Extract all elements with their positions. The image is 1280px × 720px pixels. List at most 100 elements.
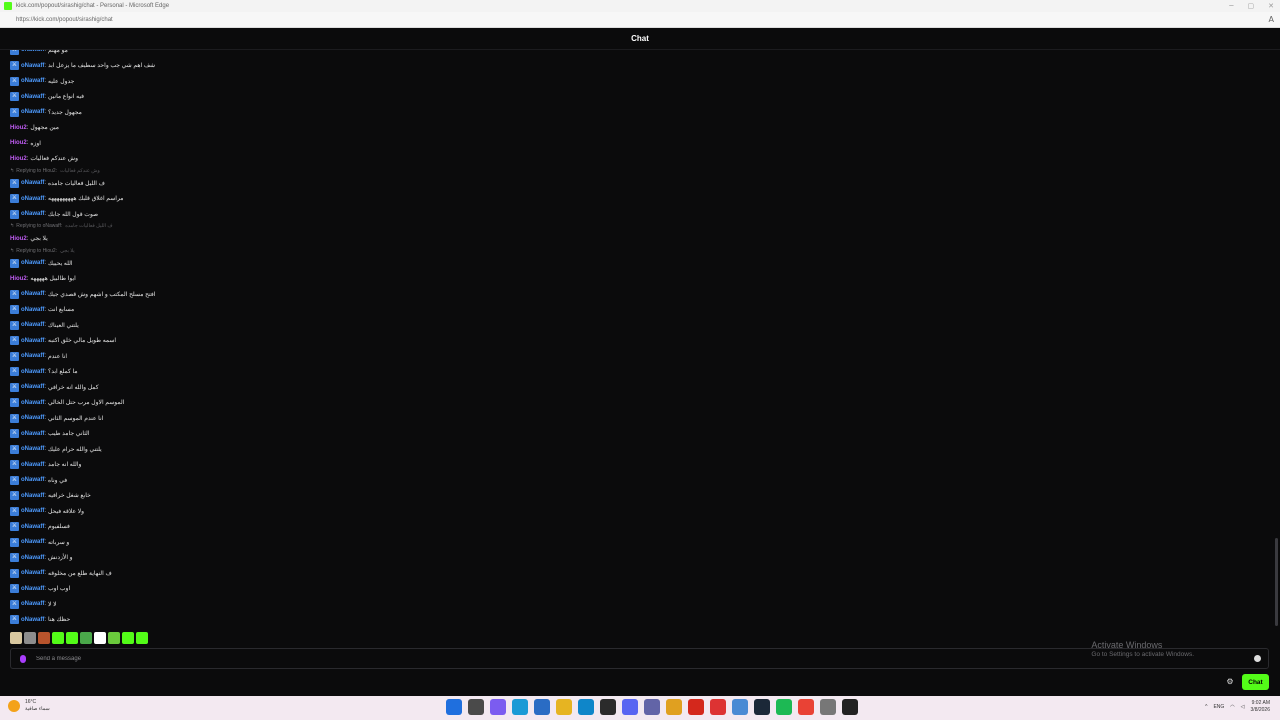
chat-message[interactable]: ⚔ oNawaff: ف النهاية طلع من مخلوقه <box>10 568 112 578</box>
chat-message[interactable]: ⚔ oNawaff: اسمه طويل مالي خلق اكتبه <box>10 336 116 346</box>
chat-username[interactable]: oNawaff <box>21 338 44 344</box>
chevron-up-icon[interactable]: ^ <box>1205 704 1207 710</box>
snip-icon[interactable] <box>732 699 748 715</box>
chat-message-list[interactable]: ⚔oNawaff:مو مهتم ⚔oNawaff:شف اهم شي جب وا… <box>0 50 1272 628</box>
url-text[interactable]: https://kick.com/popout/sirashig/chat <box>16 17 113 23</box>
wifi-icon[interactable]: ◠ <box>1230 704 1234 710</box>
chat-message[interactable]: ⚔ oNawaff: انا عندم الموسم الثاني <box>10 413 103 423</box>
chat-username[interactable]: oNawaff <box>21 180 44 186</box>
reply-context[interactable]: ↰ Replying to Hiou2: وش عندكم فعاليات <box>10 167 100 174</box>
close-icon[interactable]: ✕ <box>1268 0 1274 12</box>
search-icon[interactable] <box>468 699 484 715</box>
reader-mode-icon[interactable]: A <box>1269 15 1274 24</box>
anki-icon[interactable] <box>710 699 726 715</box>
chat-username[interactable]: oNawaff <box>21 94 44 100</box>
chat-username[interactable]: oNawaff <box>21 260 44 266</box>
chrome-icon[interactable] <box>798 699 814 715</box>
emote-icon[interactable] <box>38 632 50 644</box>
chat-username[interactable]: oNawaff <box>21 555 44 561</box>
chat-message[interactable]: ⚔ oNawaff: يلتني والله حرام عليك <box>10 444 102 454</box>
teams-icon[interactable] <box>644 699 660 715</box>
chat-message[interactable]: ⚔ oNawaff: لا لا <box>10 599 57 609</box>
explorer-icon[interactable] <box>556 699 572 715</box>
weather-widget[interactable]: 16°C سماء صافية <box>8 699 50 713</box>
chat-username[interactable]: oNawaff <box>21 477 44 483</box>
chat-message[interactable]: ⚔ oNawaff: جدول عليه <box>10 76 74 86</box>
chat-username[interactable]: oNawaff <box>21 211 44 217</box>
emoji-icon[interactable] <box>1254 655 1261 662</box>
reply-context[interactable]: ↰ Replying to oNawaff: ف الليل فعاليات جام… <box>10 223 113 230</box>
chat-username[interactable]: Hiou2 <box>10 140 27 146</box>
chat-username[interactable]: oNawaff <box>21 322 44 328</box>
chat-message[interactable]: Hiou2: مين مجهول <box>10 123 59 133</box>
terminal-icon[interactable] <box>600 699 616 715</box>
chat-username[interactable]: oNawaff <box>21 462 44 468</box>
chat-message[interactable]: ⚔ oNawaff: يلتني العيناك <box>10 320 79 330</box>
chat-message[interactable]: ⚔ oNawaff: الثاني جامد طيب <box>10 429 90 439</box>
chat-username[interactable]: oNawaff <box>21 50 44 53</box>
chat-username[interactable]: Hiou2 <box>10 125 27 131</box>
maximize-icon[interactable]: ▢ <box>1248 0 1255 12</box>
steam-icon[interactable] <box>754 699 770 715</box>
emote-icon[interactable] <box>122 632 134 644</box>
chat-message[interactable]: ⚔ oNawaff: خابع شغل خرافيه <box>10 491 91 501</box>
emote-icon[interactable] <box>66 632 78 644</box>
cmd-icon[interactable] <box>842 699 858 715</box>
chat-message[interactable]: ⚔ oNawaff: ولا علاقه فيحل <box>10 506 84 516</box>
chat-message[interactable]: ⚔ oNawaff: و سرباته <box>10 537 69 547</box>
emote-icon[interactable] <box>52 632 64 644</box>
chat-message[interactable]: Hiou2: وش عندكم فعاليات <box>10 154 78 164</box>
chat-message[interactable]: ⚔ oNawaff: حظك هنا <box>10 615 70 625</box>
chat-username[interactable]: oNawaff <box>21 384 44 390</box>
chat-message[interactable]: ⚔ oNawaff: في وناه <box>10 475 67 485</box>
clock[interactable]: 9:02 AM 3/8/2026 <box>1251 700 1270 714</box>
chat-username[interactable]: oNawaff <box>21 446 44 452</box>
emote-icon[interactable] <box>24 632 36 644</box>
chat-message[interactable]: ⚔ oNawaff: كمل والله انه خرافي <box>10 382 99 392</box>
chat-message[interactable]: ⚔oNawaff:مو مهتم <box>10 50 68 55</box>
chat-username[interactable]: oNawaff <box>21 369 44 375</box>
emote-icon[interactable] <box>108 632 120 644</box>
chat-username[interactable]: oNawaff <box>21 400 44 406</box>
chat-message[interactable]: ⚔ oNawaff: الله يحييك <box>10 258 73 268</box>
chat-message[interactable]: ⚔ oNawaff: والله انه جامد <box>10 460 81 470</box>
chat-message[interactable]: Hiou2: اوزه <box>10 138 41 148</box>
chat-username[interactable]: oNawaff <box>21 617 44 623</box>
volume-icon[interactable]: ◁ <box>1241 704 1245 710</box>
chat-message[interactable]: ⚔ oNawaff: و الأزدنش <box>10 553 73 563</box>
chat-message[interactable]: ⚔ oNawaff: افتح مسلح المكتب و اشهم وش قصدي… <box>10 289 155 299</box>
discord-icon[interactable] <box>622 699 638 715</box>
edge-active-icon[interactable] <box>578 699 594 715</box>
folder-icon[interactable] <box>666 699 682 715</box>
chat-message[interactable]: ⚔ oNawaff: اوب اوب <box>10 584 70 594</box>
chat-message[interactable]: Hiou2: ايوا طالبيل هههههه <box>10 274 76 284</box>
chat-username[interactable]: oNawaff <box>21 109 44 115</box>
chat-username[interactable]: Hiou2 <box>10 236 27 242</box>
acrobat-icon[interactable] <box>688 699 704 715</box>
copilot-icon[interactable] <box>490 699 506 715</box>
send-chat-button[interactable]: Chat <box>1242 674 1269 690</box>
scrollbar[interactable] <box>1272 50 1280 628</box>
chat-username[interactable]: oNawaff <box>21 63 44 69</box>
chat-username[interactable]: oNawaff <box>21 570 44 576</box>
chat-username[interactable]: oNawaff <box>21 601 44 607</box>
chat-username[interactable]: oNawaff <box>21 508 44 514</box>
start-icon[interactable] <box>446 699 462 715</box>
emote-icon[interactable] <box>94 632 106 644</box>
chat-username[interactable]: oNawaff <box>21 415 44 421</box>
chat-username[interactable]: oNawaff <box>21 539 44 545</box>
chat-message[interactable]: ⚔ oNawaff: مسابع انت <box>10 305 74 315</box>
edge-icon[interactable] <box>512 699 528 715</box>
chat-username[interactable]: oNawaff <box>21 586 44 592</box>
emote-icon[interactable] <box>10 632 22 644</box>
chat-message[interactable]: Hiou2: يلا بجي <box>10 234 48 244</box>
chat-message[interactable]: ⚔ oNawaff: فيه انواع مانين <box>10 92 84 102</box>
chat-message[interactable]: ⚔ oNawaff: ما كملع ابد؟ <box>10 367 78 377</box>
message-input[interactable] <box>36 655 1036 662</box>
chat-username[interactable]: oNawaff <box>21 493 44 499</box>
scrollbar-thumb[interactable] <box>1275 538 1278 626</box>
chat-username[interactable]: Hiou2 <box>10 156 27 162</box>
chat-username[interactable]: Hiou2 <box>10 276 27 282</box>
chat-username[interactable]: oNawaff <box>21 196 44 202</box>
chat-message[interactable]: ⚔ oNawaff: شف اهم شي جب واحد سطيف ما يزعل … <box>10 61 155 71</box>
